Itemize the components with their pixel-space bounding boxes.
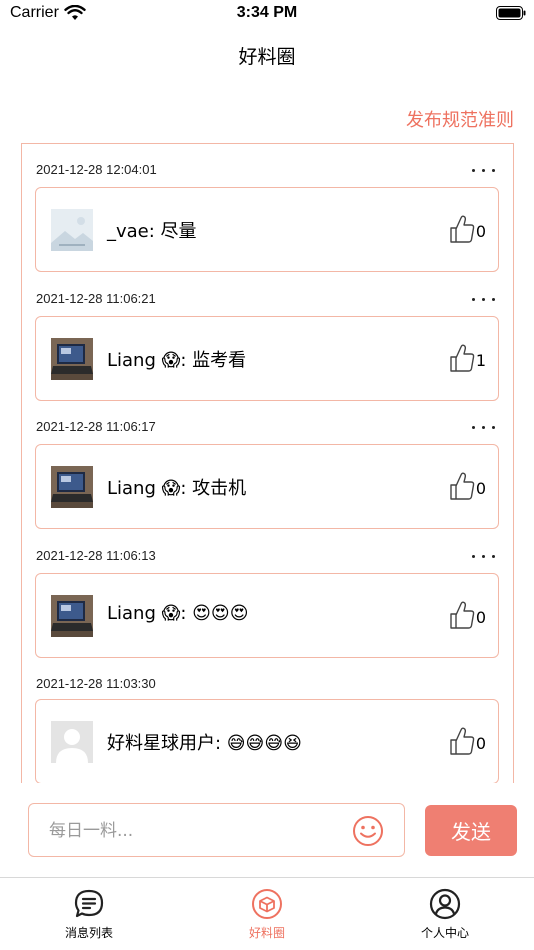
circle-box-icon xyxy=(252,889,282,919)
post-timestamp: 2021-12-28 11:03:30 xyxy=(36,676,156,691)
user-profile-icon xyxy=(429,888,461,920)
like-button[interactable]: 0 xyxy=(449,596,486,630)
tab-haoliao-circle[interactable]: 好料圈 xyxy=(212,888,322,941)
like-button[interactable]: 0 xyxy=(449,467,486,501)
placeholder-image-avatar xyxy=(51,209,93,251)
thumbs-up-icon xyxy=(450,472,475,500)
post-timestamp: 2021-12-28 11:06:17 xyxy=(36,419,156,434)
like-count: 0 xyxy=(475,608,486,627)
post-timestamp: 2021-12-28 11:06:13 xyxy=(36,548,156,563)
status-bar: Carrier 3:34 PM xyxy=(0,0,534,30)
thumbs-up-icon xyxy=(450,344,475,372)
post-card[interactable]: Liang 😱: 监考看 1 xyxy=(35,316,499,401)
default-avatar xyxy=(51,721,93,763)
post-card[interactable]: _vae: 尽量 0 xyxy=(35,187,499,272)
default-user-icon xyxy=(51,721,93,763)
send-button[interactable]: 发送 xyxy=(425,805,517,856)
post-message: Liang 😱: 监考看 xyxy=(107,350,247,371)
thumbs-up-icon xyxy=(450,215,475,243)
tab-personal-center[interactable]: 个人中心 xyxy=(390,888,500,941)
tab-label: 好料圈 xyxy=(248,926,285,940)
laptop-photo-icon xyxy=(51,466,93,508)
thumbs-up-icon xyxy=(450,727,475,755)
user-avatar xyxy=(51,338,93,380)
post-message: _vae: 尽量 xyxy=(107,221,197,242)
more-options-icon[interactable] xyxy=(472,552,496,560)
like-count: 0 xyxy=(475,479,486,498)
image-placeholder-icon xyxy=(51,209,93,251)
like-count: 1 xyxy=(475,351,486,370)
tab-bar: 消息列表 好料圈 个人中心 xyxy=(0,877,534,950)
post-feed[interactable]: 2021-12-28 12:04:01 _vae: 尽量 0 2021-12-2… xyxy=(21,143,514,783)
like-count: 0 xyxy=(475,222,486,241)
post-message: 好料星球用户: 😅😅😅😆 xyxy=(107,733,302,754)
user-avatar xyxy=(51,595,93,637)
battery-icon xyxy=(496,6,526,20)
like-button[interactable]: 0 xyxy=(449,210,486,244)
post-timestamp: 2021-12-28 11:06:21 xyxy=(36,291,156,306)
post-card[interactable]: Liang 😱: 😍😍😍 0 xyxy=(35,573,499,658)
post-message: Liang 😱: 😍😍😍 xyxy=(107,603,249,624)
tab-label: 消息列表 xyxy=(64,926,113,940)
message-input-box[interactable] xyxy=(28,803,405,857)
laptop-photo-icon xyxy=(51,338,93,380)
like-count: 0 xyxy=(475,734,486,753)
tab-message-list[interactable]: 消息列表 xyxy=(34,888,144,941)
like-button[interactable]: 0 xyxy=(449,722,486,756)
post-card[interactable]: Liang 😱: 攻击机 0 xyxy=(35,444,499,529)
tab-label: 个人中心 xyxy=(420,926,469,940)
laptop-photo-icon xyxy=(51,595,93,637)
message-input[interactable] xyxy=(49,818,349,844)
smiley-icon[interactable] xyxy=(352,815,384,847)
more-options-icon[interactable] xyxy=(472,423,496,431)
thumbs-up-icon xyxy=(450,601,475,629)
post-card[interactable]: 好料星球用户: 😅😅😅😆 0 xyxy=(35,699,499,783)
post-timestamp: 2021-12-28 12:04:01 xyxy=(36,162,157,177)
like-button[interactable]: 1 xyxy=(449,339,486,373)
clock: 3:34 PM xyxy=(236,4,298,21)
composer: 发送 xyxy=(0,803,534,857)
more-options-icon[interactable] xyxy=(472,166,496,174)
page-title: 好料圈 xyxy=(238,46,296,68)
post-message: Liang 😱: 攻击机 xyxy=(107,478,247,499)
user-avatar xyxy=(51,466,93,508)
more-options-icon[interactable] xyxy=(472,295,496,303)
rules-link[interactable]: 发布规范准则 xyxy=(406,106,514,132)
message-list-icon xyxy=(74,889,104,918)
